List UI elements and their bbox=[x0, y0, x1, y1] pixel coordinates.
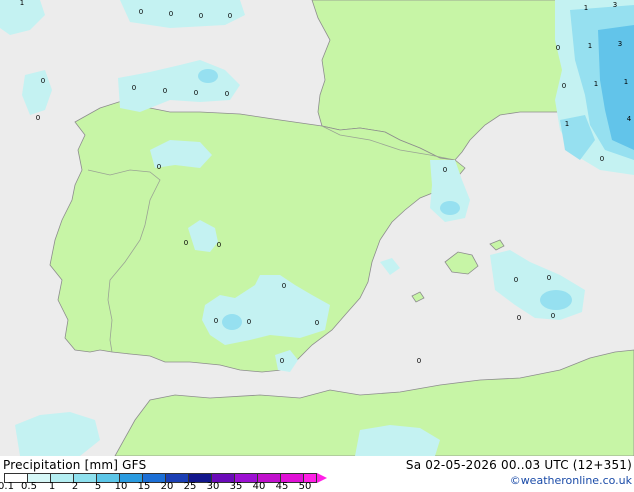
color-scale-tick-label: 10 bbox=[114, 481, 128, 492]
color-scale-tick-label: 45 bbox=[275, 481, 289, 492]
color-scale-tick-label: 1 bbox=[48, 481, 56, 492]
precip-value-label: 1 bbox=[588, 42, 592, 50]
precip-value-label: 1 bbox=[584, 4, 588, 12]
color-scale-tick-label: 20 bbox=[160, 481, 174, 492]
precip-value-label: 0 bbox=[247, 318, 251, 326]
precip-value-label: 0 bbox=[282, 282, 286, 290]
precip-value-label: 0 bbox=[443, 166, 447, 174]
precip-value-label: 0 bbox=[41, 77, 45, 85]
credit-link[interactable]: ©weatheronline.co.uk bbox=[510, 474, 632, 488]
map-title: Precipitation [mm] GFS bbox=[3, 458, 147, 472]
precip-value-label: 0 bbox=[217, 241, 221, 249]
precip-value-label: 1 bbox=[20, 0, 24, 7]
precip-area bbox=[440, 201, 460, 215]
precip-value-label: 0 bbox=[169, 10, 173, 18]
precip-value-label: 0 bbox=[199, 12, 203, 20]
precip-value-label: 0 bbox=[417, 357, 421, 365]
precip-value-label: 0 bbox=[562, 82, 566, 90]
precip-value-label: 1 bbox=[594, 80, 598, 88]
precip-value-label: 0 bbox=[551, 312, 555, 320]
precip-value-label: 0 bbox=[556, 44, 560, 52]
precip-value-label: 0 bbox=[600, 155, 604, 163]
color-scale-tick-label: 15 bbox=[137, 481, 151, 492]
precip-value-label: 0 bbox=[36, 114, 40, 122]
precip-value-label: 0 bbox=[514, 276, 518, 284]
precip-area bbox=[540, 290, 572, 310]
color-scale-tick-label: 40 bbox=[252, 481, 266, 492]
precip-value-label: 1 bbox=[624, 78, 628, 86]
color-scale-tick-label: 25 bbox=[183, 481, 197, 492]
precip-value-label: 0 bbox=[315, 319, 319, 327]
precip-area bbox=[198, 69, 218, 83]
precip-area bbox=[222, 314, 242, 330]
precip-value-label: 0 bbox=[194, 89, 198, 97]
forecast-datetime: Sa 02-05-2026 00..03 UTC (12+351) bbox=[405, 458, 632, 472]
precip-value-label: 0 bbox=[132, 84, 136, 92]
precip-value-label: 1 bbox=[565, 120, 569, 128]
precip-value-label: 0 bbox=[225, 90, 229, 98]
precip-value-label: 0 bbox=[163, 87, 167, 95]
precip-value-label: 0 bbox=[139, 8, 143, 16]
color-scale-arrow bbox=[317, 473, 327, 483]
color-scale-tick-label: 2 bbox=[71, 481, 79, 492]
precip-value-label: 0 bbox=[184, 239, 188, 247]
precip-value-label: 0 bbox=[157, 163, 161, 171]
color-scale-tick-label: 0.1 bbox=[0, 481, 14, 492]
color-scale-tick-label: 0.5 bbox=[21, 481, 37, 492]
precip-value-label: 0 bbox=[280, 357, 284, 365]
map-footer: Precipitation [mm] GFS Sa 02-05-2026 00.… bbox=[0, 456, 634, 492]
precip-value-label: 0 bbox=[547, 274, 551, 282]
precip-value-label: 0 bbox=[228, 12, 232, 20]
color-scale-tick-label: 30 bbox=[206, 481, 220, 492]
precip-value-label: 3 bbox=[613, 1, 617, 9]
color-scale-tick-label: 35 bbox=[229, 481, 243, 492]
precip-value-label: 0 bbox=[214, 317, 218, 325]
precip-value-label: 0 bbox=[517, 314, 521, 322]
color-scale-tick-label: 50 bbox=[298, 481, 312, 492]
precipitation-map: 1 3 1 3 1 1 1 4 1 0 0 0 0 0 0 0 0 0 0 0 0 0 0 0 0 0 0 0 0 0 0 0 0 0 0 0 bbox=[0, 0, 634, 456]
precip-value-label: 3 bbox=[618, 40, 622, 48]
color-scale-tick-label: 5 bbox=[94, 481, 102, 492]
precip-value-label: 4 bbox=[627, 115, 632, 123]
